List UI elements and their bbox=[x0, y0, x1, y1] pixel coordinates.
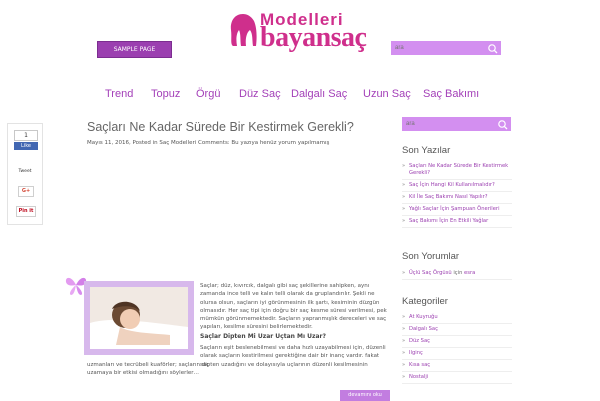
sidebar-search-icon[interactable] bbox=[495, 117, 511, 131]
post-excerpt-end: uzmanları ve tecrübeli kuaförler; saçlar… bbox=[87, 362, 368, 377]
nav-item-duz-sac[interactable]: Düz Saç bbox=[239, 88, 281, 100]
nav-item-orgu[interactable]: Örgü bbox=[196, 88, 220, 100]
header-search-input[interactable] bbox=[391, 41, 487, 55]
sidebar-search bbox=[402, 117, 511, 131]
header-search bbox=[391, 41, 501, 55]
category-item[interactable]: Dalgalı Saç bbox=[402, 324, 512, 336]
recent-comment-item: Üçlü Saç Örgüsü için esra bbox=[402, 268, 512, 280]
recent-posts-heading: Son Yazılar bbox=[402, 145, 451, 156]
category-item[interactable]: Nostalji bbox=[402, 372, 512, 384]
recent-comment-author[interactable]: esra bbox=[464, 270, 475, 276]
category-item[interactable]: Ilginç bbox=[402, 348, 512, 360]
category-link[interactable]: Nostalji bbox=[409, 374, 428, 380]
sample-page-button[interactable]: SAMPLE PAGE bbox=[97, 41, 172, 58]
categories-heading: Kategoriler bbox=[402, 296, 448, 307]
recent-comments-list: Üçlü Saç Örgüsü için esra bbox=[402, 268, 512, 280]
recent-post-link[interactable]: Saç Bakımı İçin En Etkili Yağlar bbox=[409, 218, 488, 224]
recent-comment-post-link[interactable]: Üçlü Saç Örgüsü bbox=[409, 270, 452, 276]
facebook-like-count: 1 bbox=[14, 130, 38, 141]
category-item[interactable]: Düz Saç bbox=[402, 336, 512, 348]
hair-silhouette-icon bbox=[230, 14, 257, 46]
categories-list: At Kuyruğu Dalgalı Saç Düz Saç Ilginç Kı… bbox=[402, 312, 512, 384]
search-icon[interactable] bbox=[485, 41, 501, 55]
main-nav: Trend Topuz Örgü Düz Saç Dalgalı Saç Uzu… bbox=[0, 88, 600, 104]
facebook-like[interactable]: 1 Like bbox=[14, 130, 38, 150]
recent-post-item[interactable]: Yağlı Saçlar İçin Şampuan Önerileri bbox=[402, 204, 512, 216]
category-link[interactable]: Kısa saç bbox=[409, 362, 430, 368]
category-link[interactable]: At Kuyruğu bbox=[409, 314, 438, 320]
recent-post-item[interactable]: Saç Bakımı İçin En Etkili Yağlar bbox=[402, 216, 512, 228]
facebook-like-button[interactable]: Like bbox=[14, 142, 38, 150]
post-image[interactable] bbox=[90, 287, 188, 349]
recent-comments-heading: Son Yorumlar bbox=[402, 251, 460, 262]
post-title[interactable]: Saçları Ne Kadar Sürede Bir Kestirmek Ge… bbox=[87, 120, 354, 134]
recent-comment-joiner: için bbox=[453, 270, 463, 276]
category-link[interactable]: Düz Saç bbox=[409, 338, 430, 344]
category-link[interactable]: Dalgalı Saç bbox=[409, 326, 438, 332]
recent-post-item[interactable]: Saçları Ne Kadar Sürede Bir Kestirmek Ge… bbox=[402, 161, 512, 180]
google-plus-button[interactable]: G+ bbox=[18, 186, 34, 197]
post-subheading: Saçlar Dipten Mi Uzar Uçtan Mı Uzar? bbox=[200, 333, 326, 340]
recent-posts-list: Saçları Ne Kadar Sürede Bir Kestirmek Ge… bbox=[402, 161, 512, 228]
recent-post-item[interactable]: Kil İle Saç Bakımı Nasıl Yapılır? bbox=[402, 192, 512, 204]
sidebar-search-input[interactable] bbox=[402, 117, 498, 131]
nav-item-sac-bakimi[interactable]: Saç Bakımı bbox=[423, 88, 479, 100]
nav-item-uzun-sac[interactable]: Uzun Saç bbox=[363, 88, 411, 100]
read-more-button[interactable]: devamını oku bbox=[340, 390, 390, 401]
nav-item-trend[interactable]: Trend bbox=[105, 88, 133, 100]
recent-post-link[interactable]: Saç İçin Hangi Kil Kullanılmalıdır? bbox=[409, 182, 495, 188]
category-link[interactable]: Ilginç bbox=[409, 350, 423, 356]
social-share-bar: 1 Like Tweet G+ Pin it bbox=[7, 123, 43, 225]
post-excerpt: Saçlar; düz, kıvırcık, dalgalı gibi saç … bbox=[200, 283, 387, 331]
category-item[interactable]: Kısa saç bbox=[402, 360, 512, 372]
site-logo[interactable]: Modelleri bayansaç bbox=[228, 10, 372, 53]
recent-post-link[interactable]: Kil İle Saç Bakımı Nasıl Yapılır? bbox=[409, 194, 487, 200]
recent-post-item[interactable]: Saç İçin Hangi Kil Kullanılmalıdır? bbox=[402, 180, 512, 192]
logo-main-text: bayansaç bbox=[260, 22, 367, 53]
nav-item-topuz[interactable]: Topuz bbox=[151, 88, 180, 100]
recent-post-link[interactable]: Saçları Ne Kadar Sürede Bir Kestirmek Ge… bbox=[409, 163, 508, 176]
category-item[interactable]: At Kuyruğu bbox=[402, 312, 512, 324]
post-meta: Mayıs 11, 2016, Posted in Saç Modelleri … bbox=[87, 140, 330, 146]
recent-post-link[interactable]: Yağlı Saçlar İçin Şampuan Önerileri bbox=[409, 206, 500, 212]
pinterest-button[interactable]: Pin it bbox=[16, 206, 36, 217]
nav-item-dalgali-sac[interactable]: Dalgalı Saç bbox=[291, 88, 347, 100]
tweet-button[interactable]: Tweet bbox=[8, 169, 42, 174]
